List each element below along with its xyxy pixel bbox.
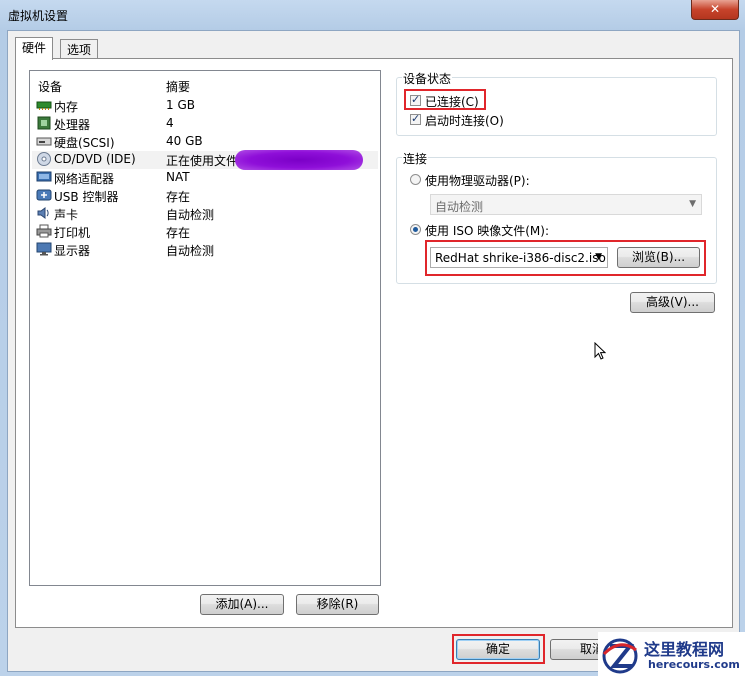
watermark: 这里教程网 herecours.com (598, 632, 745, 676)
iso-highlight-box (425, 240, 706, 276)
device-name: 网络适配器 (54, 172, 115, 186)
cd-dvd-icon (37, 152, 51, 166)
physical-drive-label[interactable]: 使用物理驱动器(P): (425, 172, 530, 189)
connect-at-power-on-checkbox[interactable] (410, 112, 421, 125)
device-name: 硬盘(SCSI) (54, 136, 115, 150)
device-name: 内存 (54, 100, 79, 114)
device-row-hard-disk[interactable]: 硬盘(SCSI) 40 GB (32, 133, 378, 151)
device-row-network-adapter[interactable]: 网络适配器 NAT (32, 169, 378, 187)
device-name: 处理器 (54, 118, 91, 132)
device-name: CD/DVD (IDE) (54, 152, 136, 166)
tab-options[interactable]: 选项 (60, 39, 99, 59)
device-row-display[interactable]: 显示器 自动检测 (32, 241, 378, 259)
column-header-summary[interactable]: 摘要 (166, 78, 190, 95)
tab-hardware[interactable]: 硬件 (15, 37, 54, 60)
device-summary: 4 (166, 116, 174, 130)
device-summary: 自动检测 (166, 208, 215, 222)
add-button[interactable]: 添加(A)... (200, 594, 284, 615)
dialog-window: 虚拟机设置 ✕ 硬件 选项 设备 摘要 内存 1 GB 处理器 4 硬盘(SCS… (0, 0, 745, 676)
device-status-label: 设备状态 (402, 70, 453, 87)
window-title: 虚拟机设置 (8, 9, 69, 23)
iso-file-label[interactable]: 使用 ISO 映像文件(M): (425, 222, 549, 239)
physical-drive-value: 自动检测 (435, 200, 484, 214)
device-row-sound-card[interactable]: 声卡 自动检测 (32, 205, 378, 223)
device-row-usb-controller[interactable]: USB 控制器 存在 (32, 187, 378, 205)
physical-drive-radio[interactable] (410, 174, 421, 185)
device-summary: 自动检测 (166, 244, 215, 258)
device-summary: 存在 (166, 226, 191, 240)
device-name: 声卡 (54, 208, 79, 222)
device-row-memory[interactable]: 内存 1 GB (32, 97, 378, 115)
connect-at-power-on-label[interactable]: 启动时连接(O) (425, 112, 504, 129)
watermark-logo-icon (602, 638, 638, 674)
hard-disk-icon (36, 137, 52, 146)
device-name: USB 控制器 (54, 190, 119, 204)
connection-label: 连接 (402, 150, 429, 167)
title-bar[interactable]: 虚拟机设置 ✕ (0, 0, 745, 28)
device-summary: NAT (166, 170, 190, 184)
chevron-down-icon: ▼ (689, 199, 696, 209)
connected-highlight-box (404, 89, 486, 110)
device-summary: 正在使用文件 (166, 154, 239, 168)
device-list[interactable]: 设备 摘要 内存 1 GB 处理器 4 硬盘(SCSI) 40 GB CD/DV… (29, 70, 381, 586)
remove-button[interactable]: 移除(R) (296, 594, 379, 615)
mouse-cursor-icon (594, 342, 606, 360)
sound-card-icon (37, 207, 49, 219)
printer-icon (36, 224, 52, 238)
redaction-mark (235, 150, 363, 170)
watermark-url: herecours.com (648, 658, 740, 671)
device-name: 打印机 (54, 226, 91, 240)
usb-icon (36, 189, 52, 201)
display-icon (36, 242, 52, 256)
device-name: 显示器 (54, 244, 91, 258)
column-header-device[interactable]: 设备 (38, 78, 62, 95)
device-row-processor[interactable]: 处理器 4 (32, 115, 378, 133)
close-button[interactable]: ✕ (691, 0, 739, 20)
iso-file-radio[interactable] (410, 224, 421, 235)
device-list-header: 设备 摘要 (30, 71, 380, 95)
device-summary: 40 GB (166, 134, 203, 148)
device-summary: 存在 (166, 190, 191, 204)
processor-icon (37, 116, 51, 130)
physical-drive-select[interactable]: 自动检测 ▼ (430, 194, 702, 215)
memory-icon (36, 101, 52, 110)
device-row-printer[interactable]: 打印机 存在 (32, 223, 378, 241)
network-adapter-icon (36, 171, 52, 182)
advanced-button[interactable]: 高级(V)... (630, 292, 715, 313)
watermark-title: 这里教程网 (644, 640, 725, 659)
ok-highlight-box (452, 634, 545, 664)
device-summary: 1 GB (166, 98, 195, 112)
